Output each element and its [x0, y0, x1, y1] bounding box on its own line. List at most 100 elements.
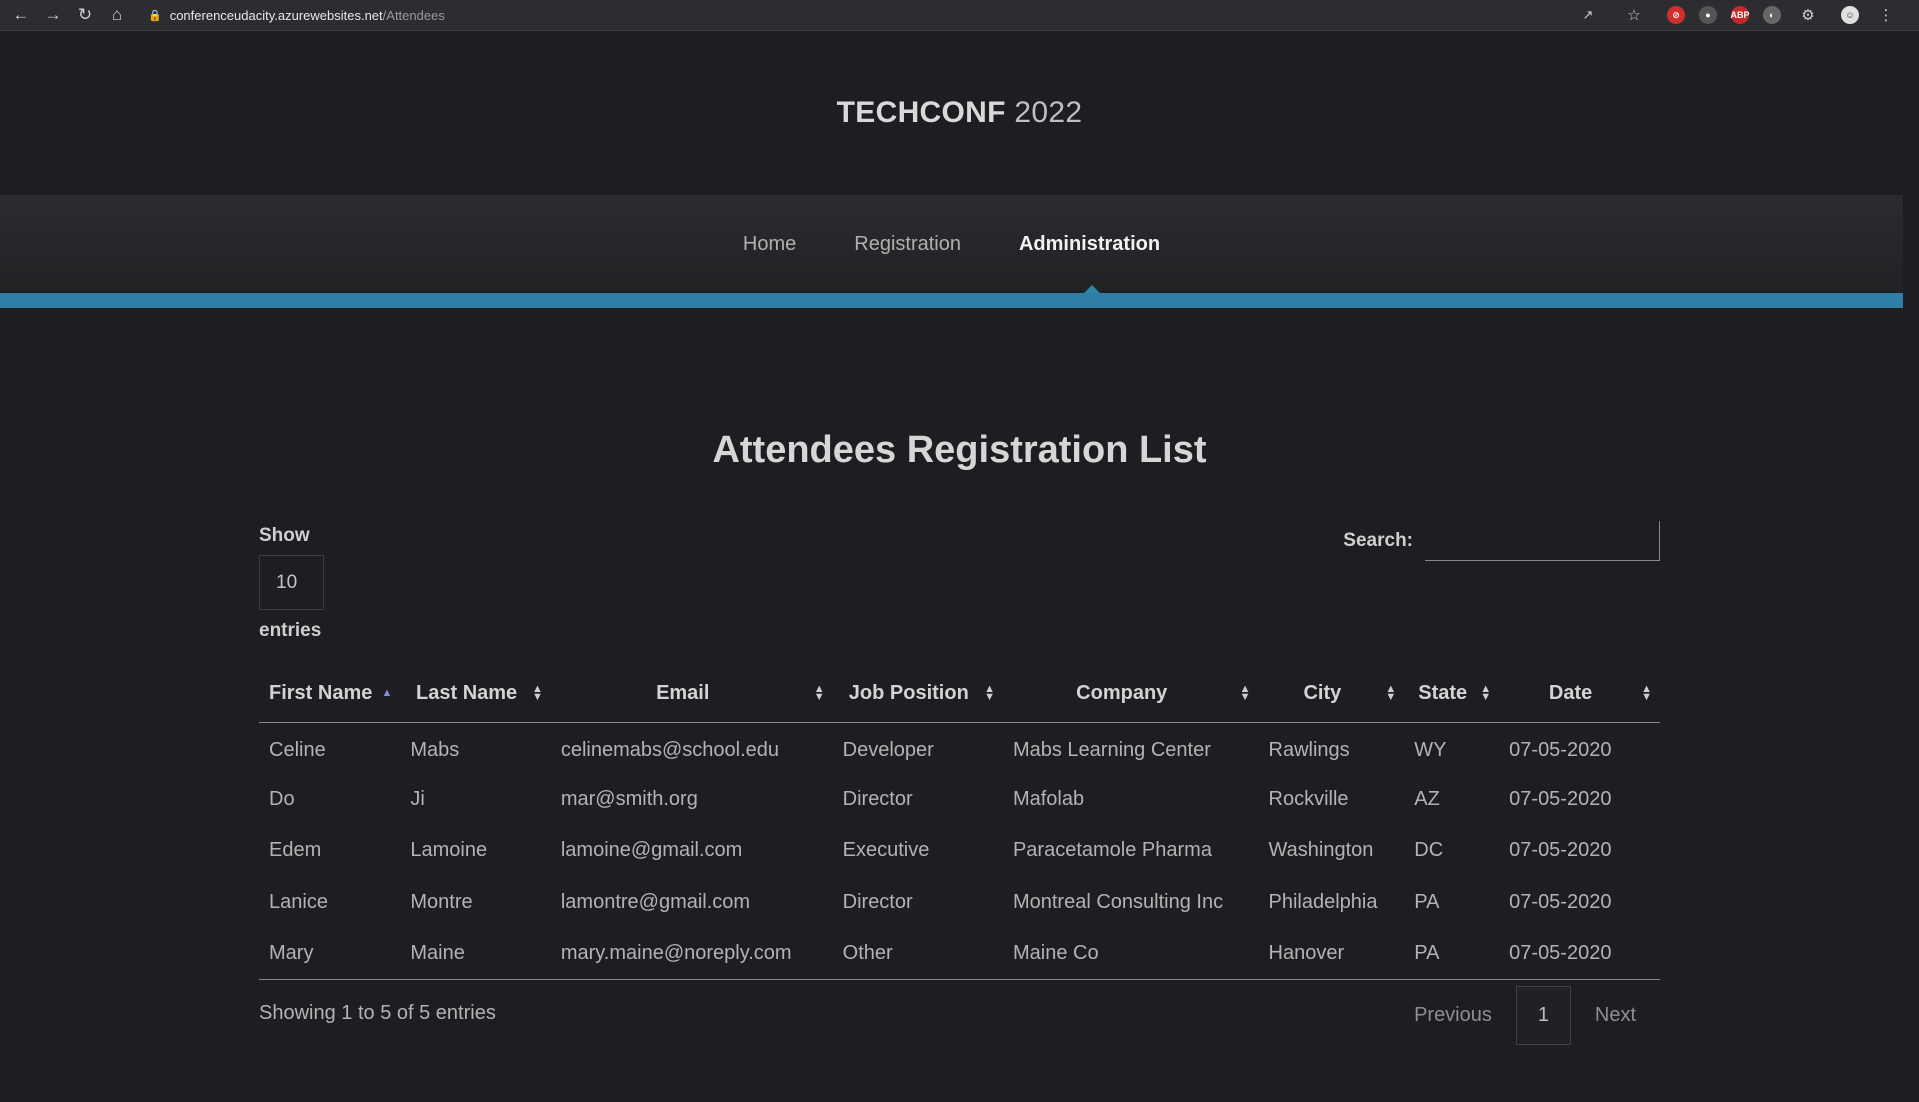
browser-actions: ↗ ☆ ⊘ ● ABP ◐ ⚙ ☺ ⋮	[1575, 2, 1911, 28]
cell-last-name: Maine	[400, 928, 551, 980]
sort-icon: ▲ ▼	[984, 683, 995, 704]
search-label: Search:	[1343, 530, 1413, 551]
cell-first-name: Edem	[269, 839, 322, 862]
sort-icon: ▲ ▼	[1385, 683, 1397, 704]
extension-icon[interactable]: ●	[1699, 6, 1717, 24]
cell-email: celinemabs@school.edu	[560, 738, 780, 761]
main-content: Attendees Registration List Show 10 entr…	[259, 429, 1660, 1050]
cell-state: AZ	[1414, 787, 1440, 810]
cell-company: Mafolab	[1012, 787, 1085, 810]
cell-company: Maine Co	[1002, 928, 1259, 980]
share-icon[interactable]: ↗	[1575, 2, 1601, 28]
search-control: Search:	[1343, 521, 1660, 561]
col-first-name[interactable]: First Name ▲	[259, 665, 401, 723]
home-icon[interactable]: ⌂	[104, 2, 130, 28]
sort-icon: ▲ ▼	[1480, 683, 1492, 704]
nav-home[interactable]: Home	[743, 233, 796, 256]
address-bar[interactable]: conferenceudacity.azurewebsites.net/Atte…	[170, 8, 445, 23]
star-icon[interactable]: ☆	[1621, 2, 1647, 28]
cell-job-position: Director	[842, 890, 913, 913]
profile-avatar[interactable]: ☺	[1841, 6, 1859, 24]
table-info: Showing 1 to 5 of 5 entries	[259, 1002, 496, 1024]
col-job-position[interactable]: Job Position ▲ ▼	[832, 665, 1003, 723]
col-last-name[interactable]: Last Name ▲ ▼	[400, 665, 551, 723]
cell-date: 07-05-2020	[1509, 839, 1612, 862]
sort-icon: ▲ ▼	[1239, 683, 1251, 704]
cell-last-name: Lamoine	[410, 839, 488, 862]
cell-company: Mabs Learning Center	[1012, 738, 1211, 761]
cell-email: lamoine@gmail.com	[560, 839, 743, 862]
brand-year: 2022	[1014, 96, 1083, 129]
browser-toolbar: ← → ↻ ⌂ 🔒 conferenceudacity.azurewebsite…	[0, 0, 1919, 31]
cell-last-name: Montre	[410, 890, 473, 913]
cell-last-name: Ji	[410, 787, 425, 810]
col-label: Date	[1548, 681, 1593, 704]
entries-label: entries	[259, 620, 322, 641]
col-label: City	[1303, 681, 1342, 704]
cell-city: Rawlings	[1268, 738, 1350, 761]
site-header: TECHCONF 2022	[0, 31, 1919, 195]
col-company[interactable]: Company ▲ ▼	[1002, 665, 1259, 723]
next-page-button[interactable]: Next	[1571, 1004, 1660, 1027]
blocker-extension-icon[interactable]: ⊘	[1667, 6, 1685, 24]
cell-state: DC	[1414, 839, 1444, 862]
lock-icon: 🔒	[148, 9, 162, 22]
brand-logo[interactable]: TECHCONF 2022	[837, 96, 1083, 130]
cell-state: PA	[1414, 890, 1440, 913]
table-footer: Showing 1 to 5 of 5 entries Previous 1 N…	[259, 980, 1660, 1050]
cell-city: Hanover	[1258, 928, 1405, 980]
cell-state: PA	[1404, 928, 1500, 980]
col-label: Company	[1076, 681, 1168, 704]
cell-company: Paracetamole Pharma	[1012, 839, 1212, 862]
back-arrow-icon[interactable]: ←	[8, 2, 34, 28]
table-header-row: First Name ▲ Last Name ▲ ▼ Email ▲ ▼ Job Posi…	[259, 665, 1660, 723]
current-page-button[interactable]: 1	[1515, 986, 1571, 1045]
table-row: Celine Mabs celinemabs@school.edu Develo…	[259, 722, 1660, 774]
cell-job-position: Developer	[842, 738, 934, 761]
col-label: Last Name	[416, 681, 518, 704]
page-length-control: Show 10 entries	[259, 525, 324, 642]
cell-date: 07-05-2020	[1509, 787, 1612, 810]
col-email[interactable]: Email ▲ ▼	[550, 665, 833, 723]
cell-job-position: Other	[832, 928, 1003, 980]
sort-asc-icon: ▲	[381, 687, 393, 700]
search-input[interactable]	[1425, 521, 1660, 561]
col-state[interactable]: State ▲ ▼	[1404, 665, 1500, 723]
cell-company: Montreal Consulting Inc	[1012, 890, 1224, 913]
menu-kebab-icon[interactable]: ⋮	[1873, 2, 1899, 28]
col-city[interactable]: City ▲ ▼	[1258, 665, 1405, 723]
puzzle-icon[interactable]: ⚙	[1795, 2, 1821, 28]
cell-city: Philadelphia	[1268, 890, 1378, 913]
cell-job-position: Executive	[842, 839, 930, 862]
table-row: Lanice Montre lamontre@gmail.com Directo…	[259, 877, 1660, 929]
col-label: Email	[656, 681, 710, 704]
table-row: Edem Lamoine lamoine@gmail.com Executive…	[259, 825, 1660, 877]
col-label: State	[1418, 681, 1468, 704]
col-date[interactable]: Date ▲ ▼	[1499, 665, 1660, 723]
translate-extension-icon[interactable]: ◐	[1763, 6, 1781, 24]
forward-arrow-icon[interactable]: →	[40, 2, 66, 28]
page-length-select[interactable]: 10	[259, 555, 324, 610]
cell-state: WY	[1414, 738, 1447, 761]
main-nav: Home Registration Administration	[0, 195, 1903, 293]
previous-page-button[interactable]: Previous	[1390, 1004, 1516, 1027]
cell-date: 07-05-2020	[1499, 928, 1660, 980]
pagination: Previous 1 Next	[1390, 986, 1660, 1045]
cell-date: 07-05-2020	[1509, 738, 1612, 761]
cell-first-name: Mary	[259, 928, 401, 980]
sort-icon: ▲ ▼	[813, 683, 825, 704]
sort-icon: ▲ ▼	[531, 683, 543, 704]
page-title: Attendees Registration List	[712, 429, 1207, 471]
reload-icon[interactable]: ↻	[72, 2, 98, 28]
cell-first-name: Lanice	[269, 890, 328, 913]
cell-city: Washington	[1268, 839, 1374, 862]
nav-accent-bar	[0, 293, 1903, 308]
adblock-extension-icon[interactable]: ABP	[1731, 6, 1750, 24]
nav-administration[interactable]: Administration	[1019, 233, 1160, 293]
url-path: /Attendees	[382, 7, 445, 23]
cell-email: mary.maine@noreply.com	[550, 928, 833, 980]
cell-date: 07-05-2020	[1509, 890, 1612, 913]
table-row: Mary Maine mary.maine@noreply.com Other …	[259, 928, 1660, 980]
col-label: First Name	[269, 681, 373, 704]
nav-registration[interactable]: Registration	[854, 233, 961, 256]
